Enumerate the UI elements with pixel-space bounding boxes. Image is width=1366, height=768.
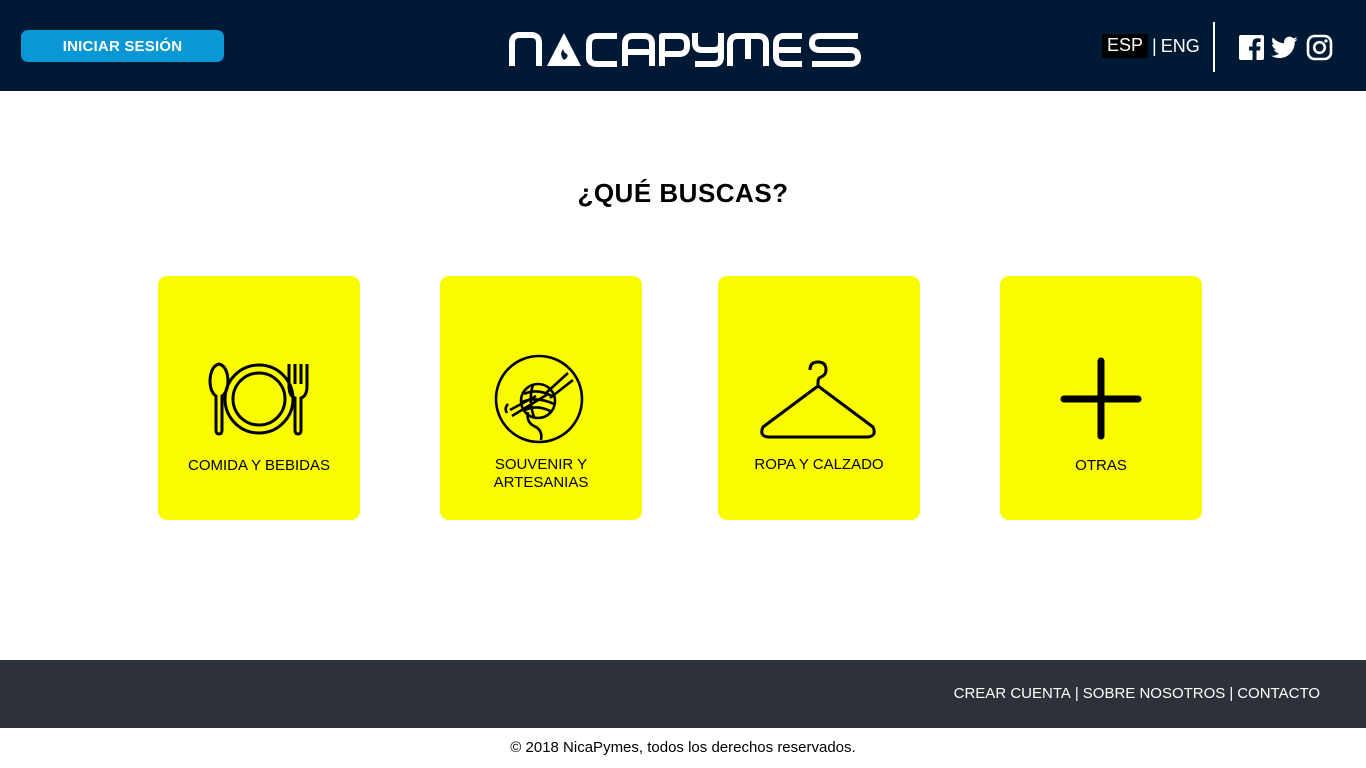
header-divider bbox=[1213, 22, 1215, 72]
about-us-link[interactable]: SOBRE NOSOTROS bbox=[1083, 685, 1226, 702]
category-label-line1: SOUVENIR Y bbox=[494, 456, 588, 473]
category-label: ROPA Y CALZADO bbox=[754, 456, 884, 473]
hanger-icon bbox=[760, 360, 876, 439]
contact-link[interactable]: CONTACTO bbox=[1237, 685, 1320, 702]
top-navbar: INICIAR SESIÓN ESP | ENG bbox=[0, 0, 1366, 91]
twitter-icon[interactable] bbox=[1271, 34, 1298, 61]
login-button[interactable]: INICIAR SESIÓN bbox=[21, 30, 224, 62]
instagram-icon[interactable] bbox=[1306, 34, 1333, 61]
create-account-link[interactable]: CREAR CUENTA bbox=[954, 685, 1071, 702]
nicapymes-logo[interactable] bbox=[509, 29, 862, 67]
lang-separator: | bbox=[1152, 35, 1157, 56]
category-label: OTRAS bbox=[1075, 457, 1127, 474]
category-card-otras[interactable]: OTRAS bbox=[1000, 276, 1202, 520]
category-card-ropa[interactable]: ROPA Y CALZADO bbox=[718, 276, 920, 520]
lang-esp-option[interactable]: ESP bbox=[1102, 34, 1149, 58]
cutlery-plate-icon bbox=[208, 362, 309, 436]
category-card-comida[interactable]: COMIDA Y BEBIDAS bbox=[158, 276, 360, 520]
category-label-line2: ARTESANIAS bbox=[493, 474, 589, 491]
category-card-souvenir[interactable]: SOUVENIR Y ARTESANIAS bbox=[440, 276, 642, 520]
category-label: COMIDA Y BEBIDAS bbox=[188, 457, 330, 474]
footer-links: CREAR CUENTA | SOBRE NOSOTROS | CONTACTO bbox=[954, 685, 1320, 702]
language-switcher: ESP | ENG bbox=[1102, 33, 1200, 59]
footer-separator: | bbox=[1074, 685, 1079, 702]
page-title: ¿QUÉ BUSCAS? bbox=[577, 178, 789, 208]
plus-icon bbox=[1060, 357, 1142, 440]
footer: CREAR CUENTA | SOBRE NOSOTROS | CONTACTO bbox=[0, 660, 1366, 728]
lang-eng-option[interactable]: ENG bbox=[1161, 36, 1200, 57]
footer-separator: | bbox=[1229, 685, 1234, 702]
copyright-text: © 2018 NicaPymes, todos los derechos res… bbox=[510, 739, 856, 756]
facebook-icon[interactable] bbox=[1238, 34, 1265, 61]
